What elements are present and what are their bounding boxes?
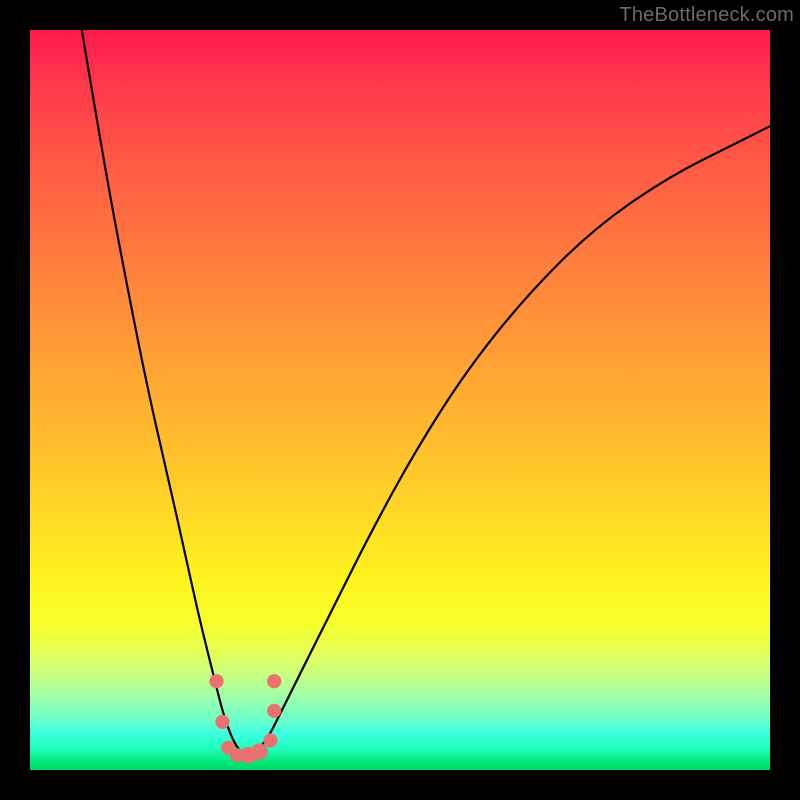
highlight-dot: [267, 704, 281, 718]
bottleneck-curve: [82, 30, 770, 755]
chart-frame: TheBottleneck.com: [0, 0, 800, 800]
watermark-text: TheBottleneck.com: [619, 4, 794, 27]
highlight-dot: [215, 715, 229, 729]
plot-area: [30, 30, 770, 770]
curve-layer: [30, 30, 770, 770]
highlight-dot: [267, 674, 281, 688]
highlight-dot: [251, 743, 268, 760]
highlight-dot: [209, 674, 223, 688]
highlight-markers: [209, 674, 281, 763]
highlight-dot: [263, 733, 277, 747]
